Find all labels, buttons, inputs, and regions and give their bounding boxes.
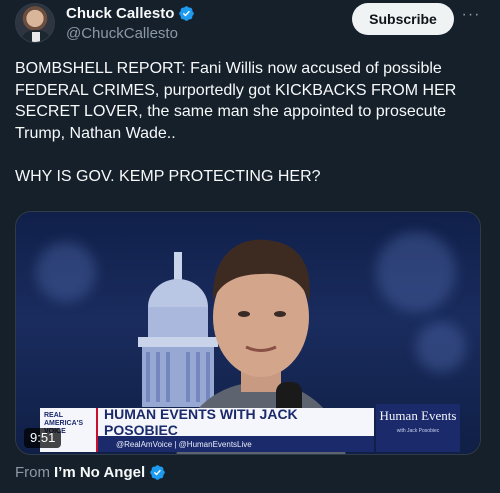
- subscribe-button[interactable]: Subscribe: [352, 3, 454, 35]
- video-player[interactable]: REAL AMERICA'S VOICE HUMAN EVENTS WITH J…: [15, 211, 481, 455]
- tweet: Chuck Callesto @ChuckCallesto Subscribe …: [0, 0, 500, 493]
- lower-third-subline: @RealAmVoice | @HumanEventsLive: [98, 436, 374, 452]
- author-display-name[interactable]: Chuck Callesto: [66, 5, 174, 22]
- verified-badge-icon: [179, 6, 195, 21]
- show-brand: Human Events with Jack Posobiec: [376, 404, 460, 452]
- verified-badge-icon: [150, 465, 165, 480]
- video-duration-badge: 9:51: [24, 428, 62, 448]
- author-handle[interactable]: @ChuckCallesto: [66, 25, 178, 42]
- tweet-paragraph: BOMBSHELL REPORT: Fani Willis now accuse…: [15, 60, 457, 142]
- tweet-text: BOMBSHELL REPORT: Fani Willis now accuse…: [15, 58, 485, 187]
- lower-third-banner: REAL AMERICA'S VOICE HUMAN EVENTS WITH J…: [16, 404, 480, 454]
- from-label: From: [15, 464, 50, 481]
- avatar-collar: [32, 32, 40, 42]
- show-brand-title: Human Events: [379, 408, 457, 423]
- source-account-link[interactable]: I’m No Angel: [54, 464, 145, 481]
- author-name-row: Chuck Callesto: [66, 5, 195, 22]
- lower-third-headline: HUMAN EVENTS WITH JACK POSOBIEC: [98, 406, 374, 438]
- video-source-row: From I’m No Angel: [15, 464, 166, 481]
- more-icon[interactable]: ···: [460, 7, 482, 28]
- show-brand-subtitle: with Jack Posobiec: [396, 428, 440, 434]
- avatar[interactable]: [15, 3, 55, 43]
- tweet-paragraph: WHY IS GOV. KEMP PROTECTING HER?: [15, 167, 321, 185]
